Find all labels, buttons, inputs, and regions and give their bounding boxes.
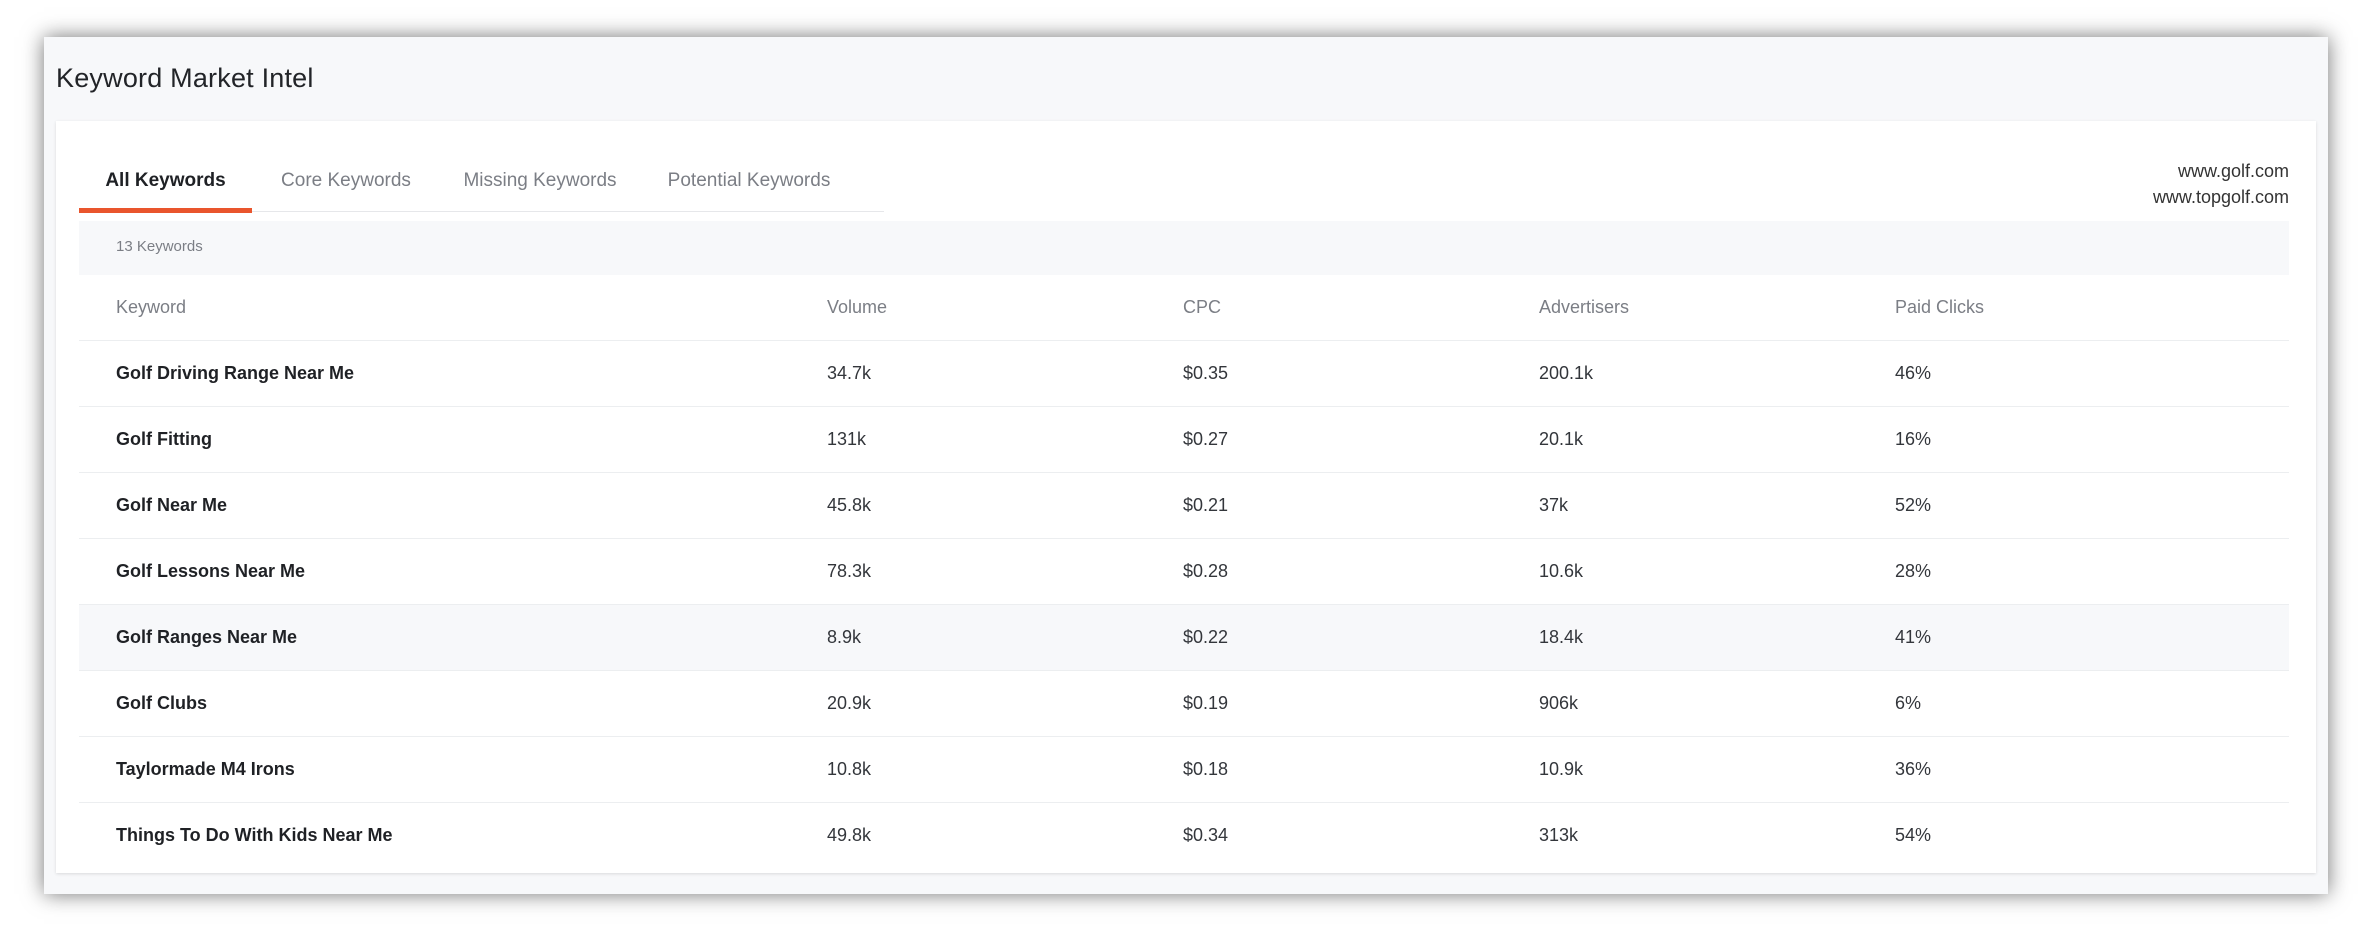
advertisers-cell: 906k	[1502, 670, 1858, 737]
column-header-cpc[interactable]: CPC	[1146, 275, 1502, 341]
keyword-tabs: All Keywords Core Keywords Missing Keywo…	[79, 151, 884, 213]
volume-cell: 34.7k	[790, 340, 1146, 407]
volume-cell: 131k	[790, 406, 1146, 473]
keyword-market-intel-panel: Keyword Market Intel All Keywords Core K…	[44, 37, 2328, 894]
advertisers-cell: 313k	[1539, 825, 1579, 845]
column-header-paid-clicks[interactable]: Paid Clicks	[1858, 275, 2289, 341]
cpc-cell: $0.34	[1183, 825, 1229, 845]
tab-core-keywords[interactable]: Core Keywords	[252, 151, 440, 211]
paid-clicks-cell: 6%	[1858, 670, 2289, 737]
cpc-cell: $0.18	[1146, 736, 1502, 803]
paid-clicks-cell: 28%	[1858, 538, 2289, 605]
keyword-cell: Golf Ranges Near Me	[79, 604, 790, 671]
cpc-cell: $0.35	[1146, 340, 1502, 407]
table-row[interactable]: Golf Lessons Near Me 78.3k $0.28 10.6k 2…	[79, 538, 2289, 605]
domain-list: www.golf.com www.topgolf.com	[2153, 158, 2289, 210]
keywords-summary-bar: 13 Keywords	[79, 221, 2289, 275]
keyword-cell: Things To Do With Kids Near Me	[116, 825, 393, 845]
paid-clicks-cell: 54%	[1895, 825, 1932, 845]
column-header-keyword[interactable]: Keyword	[79, 275, 790, 341]
table-row[interactable]: Golf Clubs 20.9k $0.19 906k 6%	[79, 670, 2289, 737]
domain-topgolf: www.topgolf.com	[2152, 187, 2289, 207]
paid-clicks-cell: 16%	[1858, 406, 2289, 473]
keyword-cell: Golf Near Me	[79, 472, 790, 539]
table-row[interactable]: Taylormade M4 Irons 10.8k $0.18 10.9k 36…	[79, 736, 2289, 803]
cpc-cell: $0.19	[1146, 670, 1502, 737]
cpc-cell: $0.21	[1146, 472, 1502, 539]
keyword-cell: Golf Driving Range Near Me	[79, 340, 790, 407]
volume-cell: 20.9k	[790, 670, 1146, 737]
domain-golf: www.golf.com	[2177, 161, 2289, 181]
paid-clicks-cell: 36%	[1858, 736, 2289, 803]
table-row[interactable]: Golf Fitting 131k $0.27 20.1k 16%	[79, 406, 2289, 473]
volume-cell: 78.3k	[790, 538, 1146, 605]
keyword-count: 13 Keywords	[116, 238, 203, 255]
table-row[interactable]: Golf Near Me 45.8k $0.21 37k 52%	[79, 472, 2289, 539]
cpc-cell: $0.28	[1146, 538, 1502, 605]
volume-cell: 45.8k	[790, 472, 1146, 539]
table-header-row: Keyword Volume CPC Advertisers Paid Clic…	[79, 275, 2289, 341]
advertisers-cell: 37k	[1502, 472, 1858, 539]
table-row[interactable]: Golf Ranges Near Me 8.9k $0.22 18.4k 41%	[79, 604, 2289, 671]
keywords-table: Keyword Volume CPC Advertisers Paid Clic…	[79, 275, 2289, 868]
table-row[interactable]: Things To Do With Kids Near Me 49.8k $0.…	[79, 803, 2289, 869]
paid-clicks-cell: 46%	[1858, 340, 2289, 407]
advertisers-cell: 10.6k	[1502, 538, 1858, 605]
paid-clicks-cell: 52%	[1858, 472, 2289, 539]
tab-all-keywords[interactable]: All Keywords	[79, 151, 252, 213]
tab-potential-keywords[interactable]: Potential Keywords	[640, 151, 858, 211]
advertisers-cell: 20.1k	[1502, 406, 1858, 473]
column-header-volume[interactable]: Volume	[790, 275, 1146, 341]
keywords-card: All Keywords Core Keywords Missing Keywo…	[56, 121, 2316, 873]
cpc-cell: $0.22	[1146, 604, 1502, 671]
volume-cell: 10.8k	[790, 736, 1146, 803]
paid-clicks-cell: 41%	[1858, 604, 2289, 671]
keyword-cell: Golf Fitting	[79, 406, 790, 473]
advertisers-cell: 200.1k	[1502, 340, 1858, 407]
page-title: Keyword Market Intel	[56, 63, 314, 93]
tab-missing-keywords[interactable]: Missing Keywords	[440, 151, 640, 211]
volume-cell: 49.8k	[827, 825, 872, 845]
keyword-cell: Golf Clubs	[79, 670, 790, 737]
advertisers-cell: 18.4k	[1502, 604, 1858, 671]
keyword-cell: Golf Lessons Near Me	[79, 538, 790, 605]
table-row[interactable]: Golf Driving Range Near Me 34.7k $0.35 2…	[79, 340, 2289, 407]
cpc-cell: $0.27	[1146, 406, 1502, 473]
column-header-advertisers[interactable]: Advertisers	[1502, 275, 1858, 341]
keyword-cell: Taylormade M4 Irons	[79, 736, 790, 803]
volume-cell: 8.9k	[790, 604, 1146, 671]
advertisers-cell: 10.9k	[1502, 736, 1858, 803]
